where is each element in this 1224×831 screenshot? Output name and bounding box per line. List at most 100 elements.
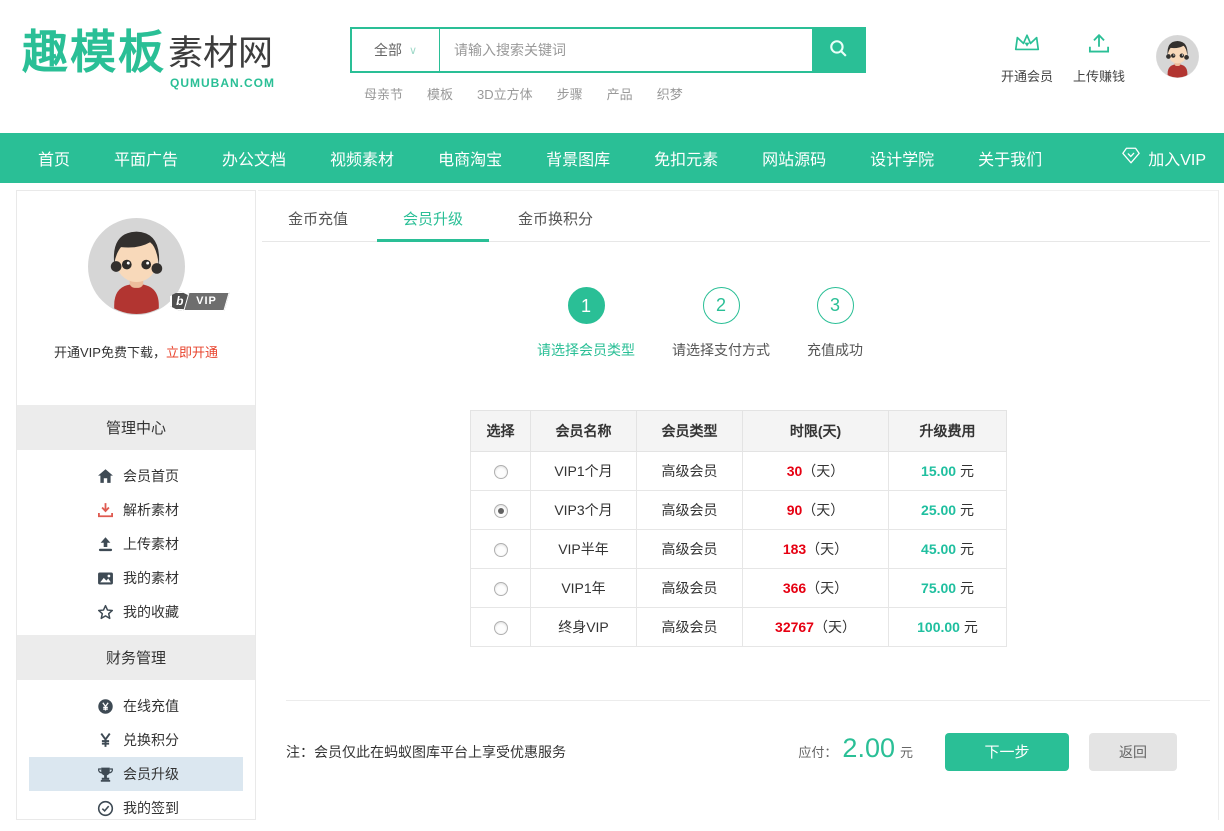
nav-item[interactable]: 背景图库 — [546, 146, 610, 170]
nav-item[interactable]: 视频素材 — [330, 146, 394, 170]
logo-sub-text: 素材网 — [168, 34, 273, 73]
trophy-icon — [97, 766, 114, 783]
hot-word-link[interactable]: 3D立方体 — [477, 84, 533, 103]
nav-item[interactable]: 网站源码 — [762, 146, 826, 170]
days-value: 32767 — [775, 619, 814, 635]
logo-main-text: 趣模板 — [22, 26, 166, 78]
sidebar-avatar-wrap: b VIP — [88, 218, 185, 315]
logo-right: 素材网 QUMUBAN.COM — [168, 26, 273, 82]
main-right-border — [1218, 190, 1219, 820]
step: 1 请选择会员类型 — [537, 287, 635, 360]
finance-menu: 在线充值 兑换积分 会员升级 我的签到 — [17, 680, 255, 831]
sidebar-menu-item[interactable]: 会员首页 — [29, 459, 243, 493]
days-suffix: （天） — [806, 541, 848, 557]
nav-item[interactable]: 首页 — [38, 146, 70, 170]
table-header-cell: 会员类型 — [637, 411, 743, 452]
payable-amount: 2.00 — [842, 735, 895, 762]
section-title-management: 管理中心 — [17, 405, 255, 450]
price-unit: 元 — [960, 541, 974, 557]
join-vip-button[interactable]: 加入VIP — [1121, 133, 1206, 183]
vip-badge: b VIP — [170, 291, 227, 311]
member-name: VIP1年 — [531, 569, 637, 608]
sidebar-item-label: 会员升级 — [123, 764, 179, 784]
nav-item[interactable]: 免扣元素 — [654, 146, 718, 170]
join-vip-label: 加入VIP — [1148, 146, 1206, 170]
search-icon — [828, 38, 849, 62]
member-name: VIP半年 — [531, 530, 637, 569]
row-radio[interactable] — [494, 621, 508, 635]
table-header-row: 选择会员名称会员类型时限(天)升级费用 — [471, 411, 1007, 452]
hot-word-link[interactable]: 产品 — [607, 84, 633, 103]
open-now-link[interactable]: 立即开通 — [166, 345, 218, 360]
step-label: 请选择支付方式 — [672, 340, 770, 360]
sidebar-item-label: 我的签到 — [123, 798, 179, 818]
sidebar-menu-item[interactable]: 我的收藏 — [29, 595, 243, 629]
hot-word-link[interactable]: 织梦 — [657, 84, 683, 103]
vip-promo-note: 开通VIP免费下载，立即开通 — [17, 342, 255, 361]
vip-badge-tag: VIP — [183, 292, 229, 311]
price-value: 15.00 — [921, 463, 956, 479]
sidebar-menu-item[interactable]: 兑换积分 — [29, 723, 243, 757]
sidebar-menu-item[interactable]: 会员升级 — [29, 757, 243, 791]
open-membership-label: 开通会员 — [994, 66, 1060, 85]
nav-item[interactable]: 关于我们 — [978, 146, 1042, 170]
table-header-cell: 时限(天) — [743, 411, 889, 452]
yen-icon — [97, 732, 114, 749]
row-radio[interactable] — [494, 582, 508, 596]
tab[interactable]: 会员升级 — [377, 200, 489, 242]
upload-earn-label: 上传赚钱 — [1066, 66, 1132, 85]
user-avatar[interactable] — [1156, 35, 1199, 78]
member-type: 高级会员 — [637, 569, 743, 608]
nav-item[interactable]: 平面广告 — [114, 146, 178, 170]
section-title-finance: 财务管理 — [17, 635, 255, 680]
sidebar-menu-item[interactable]: 上传素材 — [29, 527, 243, 561]
row-radio[interactable] — [494, 543, 508, 557]
member-type: 高级会员 — [637, 491, 743, 530]
membership-table: 选择会员名称会员类型时限(天)升级费用 VIP1个月 高级会员 30（天） 15… — [470, 410, 1007, 647]
sidebar-menu-item[interactable]: 解析素材 — [29, 493, 243, 527]
hot-word-link[interactable]: 步骤 — [557, 84, 583, 103]
download-icon — [97, 502, 114, 519]
coin-icon — [97, 698, 114, 715]
days-suffix: （天） — [806, 580, 848, 596]
nav-item[interactable]: 办公文档 — [222, 146, 286, 170]
row-radio[interactable] — [494, 504, 508, 518]
crown-icon — [994, 30, 1060, 60]
table-row: VIP1年 高级会员 366（天） 75.00 元 — [471, 569, 1007, 608]
search-category-dropdown[interactable]: 全部 ∨ — [352, 29, 440, 71]
member-type: 高级会员 — [637, 452, 743, 491]
member-type: 高级会员 — [637, 530, 743, 569]
back-button[interactable]: 返回 — [1089, 733, 1177, 771]
nav-item[interactable]: 电商淘宝 — [438, 146, 502, 170]
sidebar-menu-item[interactable]: 我的素材 — [29, 561, 243, 595]
nav-item[interactable]: 设计学院 — [870, 146, 934, 170]
member-name: VIP3个月 — [531, 491, 637, 530]
upload-earn-button[interactable]: 上传赚钱 — [1066, 30, 1132, 85]
row-radio[interactable] — [494, 465, 508, 479]
days-value: 183 — [783, 541, 806, 557]
member-type: 高级会员 — [637, 608, 743, 647]
sidebar-menu-item[interactable]: 在线充值 — [29, 689, 243, 723]
member-name: VIP1个月 — [531, 452, 637, 491]
hot-word-link[interactable]: 母亲节 — [364, 84, 403, 103]
sidebar-item-label: 在线充值 — [123, 696, 179, 716]
sidebar-item-label: 解析素材 — [123, 500, 179, 520]
checkin-icon — [97, 800, 114, 817]
star-icon — [97, 604, 114, 621]
sidebar-item-label: 上传素材 — [123, 534, 179, 554]
search-input[interactable] — [440, 29, 812, 71]
sidebar: b VIP 开通VIP免费下载，立即开通 管理中心 会员首页 解析素材 上传素材 — [16, 190, 256, 820]
tab[interactable]: 金币充值 — [262, 200, 374, 242]
site-logo[interactable]: 趣模板 素材网 QUMUBAN.COM — [22, 26, 273, 82]
search-button[interactable] — [812, 29, 864, 71]
open-membership-button[interactable]: 开通会员 — [994, 30, 1060, 85]
table-row: VIP1个月 高级会员 30（天） 15.00 元 — [471, 452, 1007, 491]
table-row: VIP3个月 高级会员 90（天） 25.00 元 — [471, 491, 1007, 530]
content-divider — [286, 700, 1210, 701]
tab[interactable]: 金币换积分 — [492, 200, 619, 242]
next-step-button[interactable]: 下一步 — [945, 733, 1069, 771]
search-category-value: 全部 — [374, 40, 402, 60]
gem-icon — [1121, 146, 1141, 170]
hot-word-link[interactable]: 模板 — [427, 84, 453, 103]
days-suffix: （天） — [814, 619, 856, 635]
